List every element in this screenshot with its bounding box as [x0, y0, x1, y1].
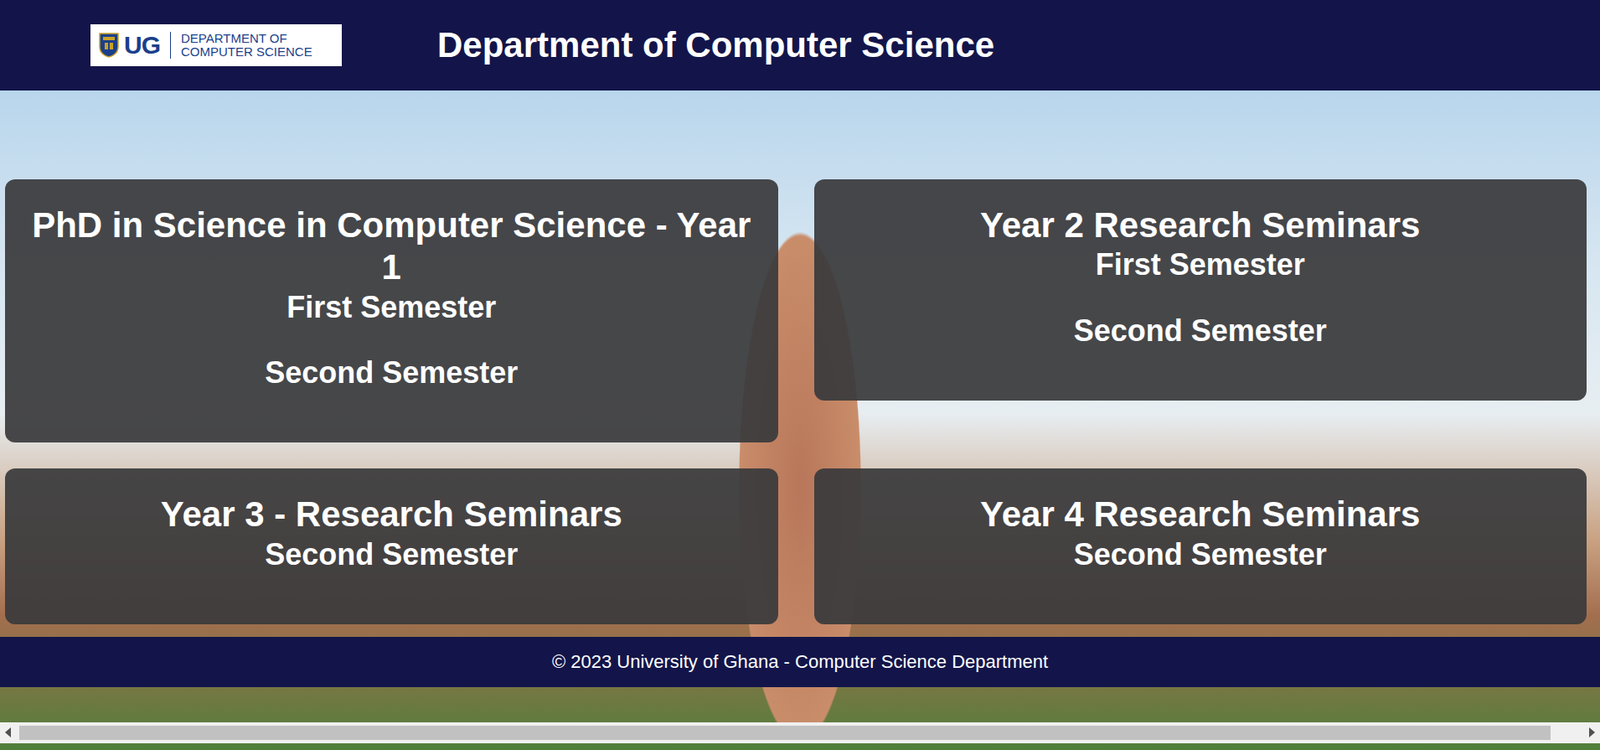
programme-card[interactable]: Year 4 Research SeminarsSecond Semester: [814, 468, 1588, 625]
semester-list: First Semester Second Semester: [30, 289, 754, 391]
logo-text: DEPARTMENT OFCOMPUTER SCIENCE: [180, 31, 313, 59]
programme-card[interactable]: Year 2 Research SeminarsFirst Semester Se…: [814, 179, 1588, 401]
programme-title: Year 3 - Research Seminars: [30, 493, 754, 536]
programme-title: PhD in Science in Computer Science - Yea…: [30, 204, 754, 290]
site-header: UG DEPARTMENT OFCOMPUTER SCIENCE Departmen…: [0, 0, 1600, 91]
copyright-text: © 2023 University of Ghana - Computer Sc…: [552, 650, 1048, 673]
scrollbar-thumb[interactable]: [19, 725, 1551, 740]
semester-link[interactable]: Second Semester: [839, 536, 1563, 573]
site-title: Department of Computer Science: [437, 25, 995, 66]
scroll-right-icon[interactable]: [1589, 727, 1595, 738]
background-strip: [0, 686, 1600, 723]
programme-card[interactable]: PhD in Science in Computer Science - Yea…: [5, 179, 779, 443]
programme-title: Year 2 Research Seminars: [839, 204, 1563, 247]
logo-divider: [170, 31, 171, 59]
programme-title: Year 4 Research Seminars: [839, 493, 1563, 536]
semester-link[interactable]: First Semester: [839, 246, 1563, 283]
semester-link[interactable]: Second Semester: [839, 312, 1563, 349]
programme-grid: PhD in Science in Computer Science - Yea…: [0, 90, 1600, 625]
logo-line: COMPUTER SCIENCE: [180, 45, 313, 59]
crest-icon: [98, 32, 119, 58]
programme-card[interactable]: Year 3 - Research SeminarsSecond Semeste…: [5, 468, 779, 625]
semester-link[interactable]: Second Semester: [30, 536, 754, 573]
department-logo[interactable]: UG DEPARTMENT OFCOMPUTER SCIENCE: [90, 24, 342, 67]
scroll-left-icon[interactable]: [5, 727, 11, 738]
semester-list: Second Semester: [839, 536, 1563, 573]
semester-link[interactable]: Second Semester: [30, 354, 754, 391]
semester-list: First Semester Second Semester: [839, 246, 1563, 348]
semester-list: Second Semester: [30, 536, 754, 573]
logo-abbreviation: UG: [123, 30, 160, 60]
horizontal-scrollbar[interactable]: [0, 722, 1600, 744]
page: UG DEPARTMENT OFCOMPUTER SCIENCE Departmen…: [0, 0, 1600, 750]
logo-line: DEPARTMENT OF: [180, 31, 313, 46]
site-footer: © 2023 University of Ghana - Computer Sc…: [0, 636, 1600, 687]
semester-link[interactable]: First Semester: [30, 289, 754, 326]
